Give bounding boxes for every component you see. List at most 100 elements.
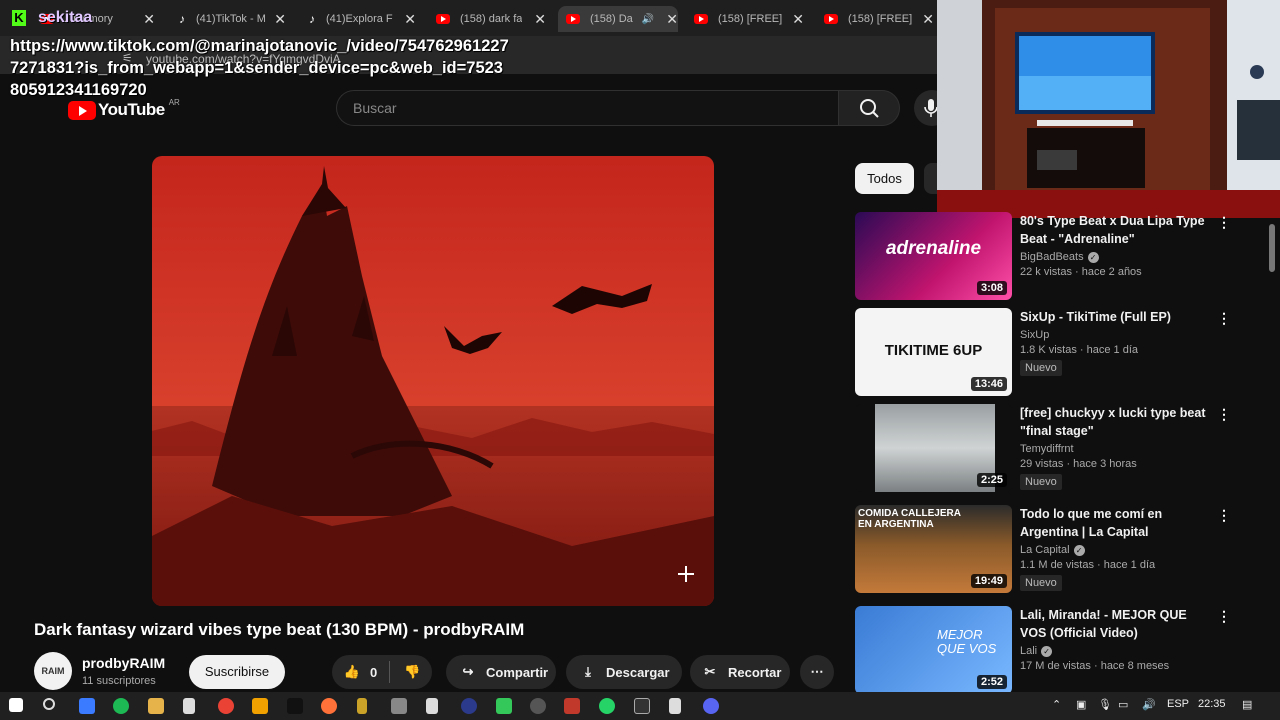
notifications-icon[interactable]: ▤ [1242,698,1252,711]
speaker-icon[interactable]: 🔊 [642,14,654,25]
close-icon[interactable]: ✕ [666,11,678,28]
more-vertical-icon[interactable]: ⋮ [1217,507,1231,524]
channel-row: BigBadBeats ✓ [1020,251,1210,263]
like-dislike-group: 👍 0 👎 [332,655,432,689]
chrome-icon[interactable] [218,698,234,714]
channel-avatar[interactable]: RAIM [34,652,72,690]
divider [389,661,391,683]
language-indicator[interactable]: ESP [1167,698,1189,710]
browser-tab[interactable]: ♪ (41)TikTok - M ✕ [176,6,286,32]
browser-tab[interactable]: (158) dark fa ✕ [436,6,546,32]
video-title[interactable]: Lali, Miranda! - MEJOR QUE VOS (Official… [1020,606,1210,642]
recommended-video[interactable]: TIKITIME 6UP 13:46 SixUp - TikiTime (Ful… [855,308,1255,398]
app-icon[interactable] [461,698,477,714]
new-badge: Nuevo [1020,474,1062,490]
obs-icon[interactable] [530,698,546,714]
channel-name[interactable]: prodbyRAIM [82,655,165,671]
browser-tab[interactable]: ♪ (41)Explora F ✕ [306,6,416,32]
more-vertical-icon[interactable]: ⋮ [1217,214,1231,231]
recommendations-list: adrenaline 3:08 80's Type Beat x Dua Lip… [855,212,1265,694]
like-count[interactable]: 0 [370,665,377,680]
chip-all[interactable]: Todos [855,163,914,194]
scrollbar-thumb[interactable] [1269,224,1275,272]
channel-name[interactable]: Lali [1020,645,1037,657]
whatsapp-icon[interactable] [599,698,615,714]
app-icon[interactable] [79,698,95,714]
network-icon[interactable]: ▭ [1118,698,1128,711]
recommended-video[interactable]: 2:25 [free] chuckyy x lucki type beat "f… [855,404,1255,494]
scrollbar[interactable] [1268,218,1276,688]
channel-name[interactable]: La Capital [1020,544,1070,556]
more-actions-button[interactable]: ⋯ [800,655,834,689]
browser-tab[interactable]: (158) [FREE] ✕ [824,6,934,32]
screen: ...memory ✕ ♪ (41)TikTok - M ✕ ♪ (41)Exp… [0,0,1280,720]
recommended-video[interactable]: adrenaline 3:08 80's Type Beat x Dua Lip… [855,212,1255,302]
app-icon[interactable] [564,698,580,714]
video-player[interactable] [152,156,714,606]
browser-tab[interactable]: (158) [FREE] ✕ [694,6,804,32]
video-thumbnail[interactable]: adrenaline 3:08 [855,212,1012,300]
channel-name[interactable]: SixUp [1020,329,1210,341]
volume-icon[interactable]: 🔊 [1142,698,1156,711]
app-icon[interactable] [634,698,650,714]
discord-icon[interactable] [703,698,719,714]
more-vertical-icon[interactable]: ⋮ [1217,310,1231,327]
mic-tray-icon[interactable]: 🎙 [1098,698,1112,711]
app-icon[interactable] [391,698,407,714]
video-title[interactable]: SixUp - TikiTime (Full EP) [1020,308,1210,326]
video-meta: 29 vistas · hace 3 horas [1020,458,1137,470]
video-info: [free] chuckyy x lucki type beat "final … [1020,404,1210,490]
video-title[interactable]: 80's Type Beat x Dua Lipa Type Beat - "A… [1020,212,1210,248]
clip-button[interactable]: ✂ Recortar [690,655,790,689]
close-icon[interactable]: ✕ [274,11,286,28]
video-thumbnail[interactable]: 2:25 [855,404,1012,492]
tray-icon[interactable]: ▣ [1076,698,1086,711]
video-thumbnail[interactable]: MEJOR QUE VOS 2:52 [855,606,1012,694]
video-thumbnail[interactable]: TIKITIME 6UP 13:46 [855,308,1012,396]
close-icon[interactable]: ✕ [792,11,804,28]
chevron-up-icon[interactable]: ⌃ [1052,698,1061,711]
more-vertical-icon[interactable]: ⋮ [1217,608,1231,625]
close-icon[interactable]: ✕ [534,11,546,28]
channel-name[interactable]: BigBadBeats [1020,251,1084,263]
recommended-video[interactable]: MEJOR QUE VOS 2:52 Lali, Miranda! - MEJO… [855,606,1255,694]
cursor-crosshair-icon [678,566,694,582]
firefox-icon[interactable] [321,698,337,714]
notepad-icon[interactable] [183,698,195,714]
close-icon[interactable]: ✕ [922,11,934,28]
video-thumbnail[interactable]: COMIDA CALLEJERA EN ARGENTINA 19:49 [855,505,1012,593]
share-icon: ↪ [462,664,474,679]
search-taskbar-icon[interactable] [43,698,55,710]
clock[interactable]: 22:35 [1198,698,1226,710]
stream-overlay-url: https://www.tiktok.com/@marinajotanovic_… [10,37,509,99]
search-icon [860,99,879,118]
thumbs-up-icon[interactable]: 👍 [342,664,362,680]
close-icon[interactable]: ✕ [143,11,155,28]
video-title[interactable]: Todo lo que me comí en Argentina | La Ca… [1020,505,1210,541]
clip-label: Recortar [728,664,782,680]
browser-tab-active[interactable]: (158) Da 🔊 ✕ [558,6,678,32]
subscribe-button[interactable]: Suscribirse [189,655,285,689]
more-vertical-icon[interactable]: ⋮ [1217,406,1231,423]
recommended-video[interactable]: COMIDA CALLEJERA EN ARGENTINA 19:49 Todo… [855,505,1255,595]
channel-name[interactable]: Temydiffrnt [1020,443,1210,455]
document-icon[interactable] [426,698,438,714]
windows-start-icon[interactable] [9,698,23,712]
close-icon[interactable]: ✕ [404,11,416,28]
file-explorer-icon[interactable] [148,698,164,714]
video-info: Lali, Miranda! - MEJOR QUE VOS (Official… [1020,606,1210,672]
document-icon[interactable] [669,698,681,714]
youtube-logo[interactable]: YouTube AR [68,98,180,120]
video-info: Todo lo que me comí en Argentina | La Ca… [1020,505,1210,591]
spotify-icon[interactable] [113,698,129,714]
tiktok-taskbar-icon[interactable] [287,698,303,714]
app-icon[interactable] [252,698,268,714]
app-icon[interactable] [357,698,367,714]
video-title[interactable]: [free] chuckyy x lucki type beat "final … [1020,404,1210,440]
app-icon[interactable] [496,698,512,714]
share-button[interactable]: ↪ Compartir [446,655,556,689]
search-button[interactable] [838,90,900,126]
tab-title: (41)TikTok - M [196,13,266,25]
thumbs-down-icon[interactable]: 👎 [402,664,422,680]
download-button[interactable]: ⤓ Descargar [566,655,682,689]
